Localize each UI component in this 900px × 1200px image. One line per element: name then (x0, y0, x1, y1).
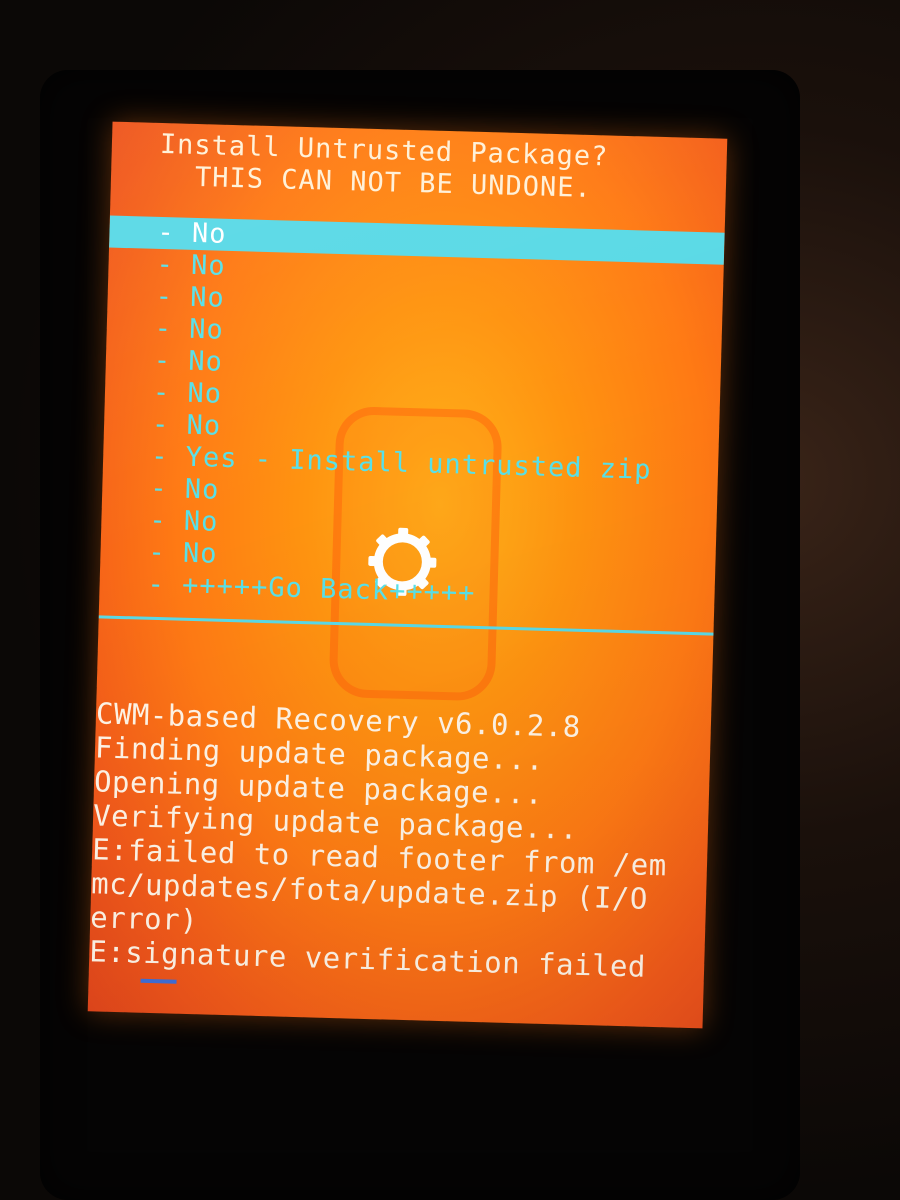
progress-cursor (140, 978, 177, 984)
recovery-screen: Install Untrusted Package? THIS CAN NOT … (87, 121, 728, 1029)
log-output: CWM-based Recovery v6.0.2.8 Finding upda… (89, 696, 711, 985)
photo-background: Install Untrusted Package? THIS CAN NOT … (0, 0, 900, 1200)
confirm-menu: - No - No - No - No - No - No - No - Yes… (99, 215, 725, 617)
